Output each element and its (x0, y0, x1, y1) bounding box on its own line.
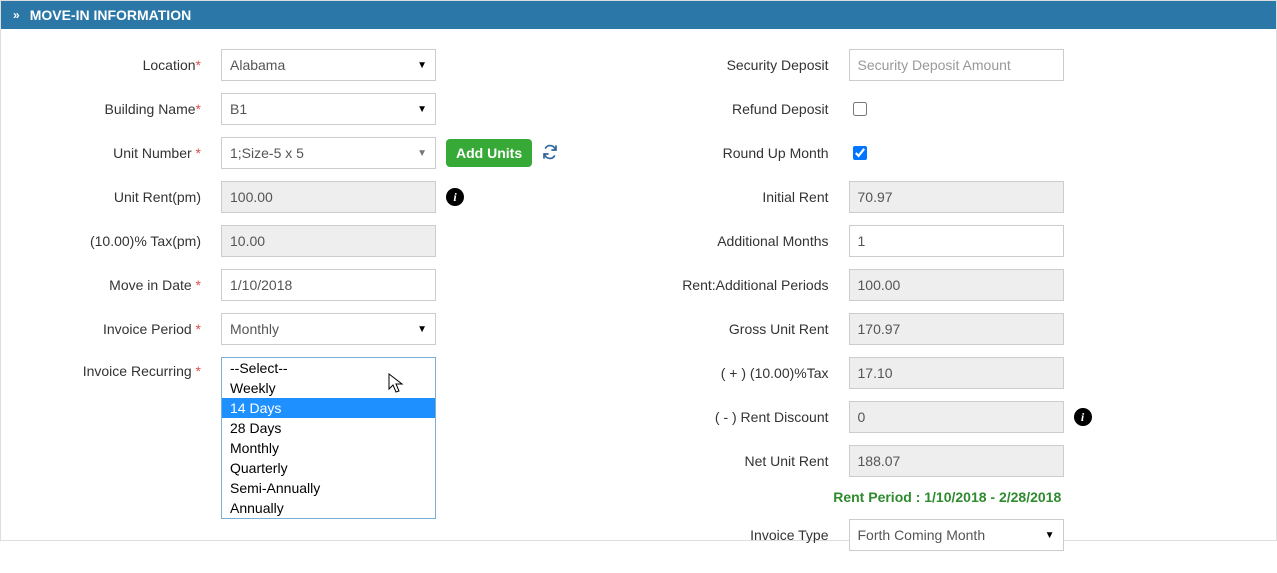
invoice-period-label: Invoice Period * (21, 321, 221, 337)
dropdown-option[interactable]: Quarterly (222, 458, 435, 478)
unit-number-actions: Add Units (446, 139, 558, 167)
rent-additional-periods-label: Rent:Additional Periods (639, 277, 849, 293)
collapse-icon: » (13, 8, 20, 22)
security-deposit-label: Security Deposit (639, 57, 849, 73)
building-select[interactable]: B1 ▼ (221, 93, 436, 125)
gross-unit-rent-input (849, 313, 1064, 345)
dropdown-option[interactable]: Annually (222, 498, 435, 518)
building-label: Building Name* (21, 101, 221, 117)
row-rent-discount: ( - ) Rent Discount i (639, 401, 1257, 433)
refund-deposit-checkbox[interactable] (853, 102, 867, 116)
info-icon[interactable]: i (1074, 408, 1092, 426)
add-units-button[interactable]: Add Units (446, 139, 532, 167)
row-tax: (10.00)% Tax(pm) (21, 225, 639, 257)
unit-rent-label: Unit Rent(pm) (21, 189, 221, 205)
row-invoice-period: Invoice Period * Monthly ▼ (21, 313, 639, 345)
unit-number-select[interactable]: 1;Size-5 x 5 ▼ (221, 137, 436, 169)
unit-rent-input (221, 181, 436, 213)
row-location: Location* Alabama ▼ (21, 49, 639, 81)
info-icon[interactable]: i (446, 188, 464, 206)
rent-additional-periods-input (849, 269, 1064, 301)
form-columns: Location* Alabama ▼ Building Name* B1 ▼ (1, 29, 1276, 573)
chevron-down-icon: ▼ (1045, 530, 1055, 541)
initial-rent-label: Initial Rent (639, 189, 849, 205)
app-root: » MOVE-IN INFORMATION Location* Alabama … (0, 0, 1277, 541)
row-gross-unit-rent: Gross Unit Rent (639, 313, 1257, 345)
roundup-month-checkbox[interactable] (853, 146, 867, 160)
invoice-period-select[interactable]: Monthly ▼ (221, 313, 436, 345)
row-initial-rent: Initial Rent (639, 181, 1257, 213)
row-rent-additional-periods: Rent:Additional Periods (639, 269, 1257, 301)
chevron-down-icon: ▼ (417, 104, 427, 115)
row-net-unit-rent: Net Unit Rent (639, 445, 1257, 477)
row-move-in-date: Move in Date * (21, 269, 639, 301)
chevron-down-icon: ▼ (417, 148, 427, 159)
row-unit-number: Unit Number * 1;Size-5 x 5 ▼ Add Units (21, 137, 639, 169)
plus-tax-input (849, 357, 1064, 389)
dropdown-option[interactable]: Semi-Annually (222, 478, 435, 498)
invoice-recurring-label: Invoice Recurring * (21, 357, 221, 379)
net-unit-rent-input (849, 445, 1064, 477)
move-in-date-label: Move in Date * (21, 277, 221, 293)
unit-number-value: 1;Size-5 x 5 (230, 145, 304, 161)
dropdown-option[interactable]: Weekly (222, 378, 435, 398)
row-additional-months: Additional Months (639, 225, 1257, 257)
section-title: MOVE-IN INFORMATION (30, 7, 192, 23)
row-refund-deposit: Refund Deposit (639, 93, 1257, 125)
dropdown-option[interactable]: --Select-- (222, 358, 435, 378)
section-header[interactable]: » MOVE-IN INFORMATION (1, 1, 1276, 29)
dropdown-option[interactable]: Monthly (222, 438, 435, 458)
security-deposit-input[interactable] (849, 49, 1064, 81)
additional-months-label: Additional Months (639, 233, 849, 249)
dropdown-option[interactable]: 28 Days (222, 418, 435, 438)
plus-tax-label: ( + ) (10.00)%Tax (639, 365, 849, 381)
unit-number-label: Unit Number * (21, 145, 221, 161)
left-column: Location* Alabama ▼ Building Name* B1 ▼ (21, 49, 639, 563)
move-in-date-input[interactable] (221, 269, 436, 301)
net-unit-rent-label: Net Unit Rent (639, 453, 849, 469)
refresh-icon[interactable] (542, 144, 558, 163)
row-roundup-month: Round Up Month (639, 137, 1257, 169)
unit-rent-info: i (446, 188, 464, 206)
chevron-down-icon: ▼ (417, 324, 427, 335)
chevron-down-icon: ▼ (417, 60, 427, 71)
row-security-deposit: Security Deposit (639, 49, 1257, 81)
initial-rent-input (849, 181, 1064, 213)
rent-discount-input (849, 401, 1064, 433)
tax-input (221, 225, 436, 257)
location-value: Alabama (230, 57, 285, 73)
invoice-type-select[interactable]: Forth Coming Month ▼ (849, 519, 1064, 551)
roundup-month-label: Round Up Month (639, 145, 849, 161)
rent-period-text: Rent Period : 1/10/2018 - 2/28/2018 (639, 489, 1257, 505)
additional-months-input[interactable] (849, 225, 1064, 257)
right-column: Security Deposit Refund Deposit Round Up… (639, 49, 1257, 563)
gross-unit-rent-label: Gross Unit Rent (639, 321, 849, 337)
rent-discount-label: ( - ) Rent Discount (639, 409, 849, 425)
location-label: Location* (21, 57, 221, 73)
dropdown-option[interactable]: 14 Days (222, 398, 435, 418)
row-invoice-type: Invoice Type Forth Coming Month ▼ (639, 519, 1257, 551)
invoice-period-value: Monthly (230, 321, 279, 337)
row-plus-tax: ( + ) (10.00)%Tax (639, 357, 1257, 389)
row-building: Building Name* B1 ▼ (21, 93, 639, 125)
tax-label: (10.00)% Tax(pm) (21, 233, 221, 249)
row-unit-rent: Unit Rent(pm) i (21, 181, 639, 213)
location-select[interactable]: Alabama ▼ (221, 49, 436, 81)
row-invoice-recurring: Invoice Recurring * --Select--Weekly14 D… (21, 357, 639, 519)
refund-deposit-label: Refund Deposit (639, 101, 849, 117)
rent-discount-info: i (1074, 408, 1092, 426)
building-value: B1 (230, 101, 247, 117)
invoice-period-dropdown-list[interactable]: --Select--Weekly14 Days28 DaysMonthlyQua… (221, 357, 436, 519)
